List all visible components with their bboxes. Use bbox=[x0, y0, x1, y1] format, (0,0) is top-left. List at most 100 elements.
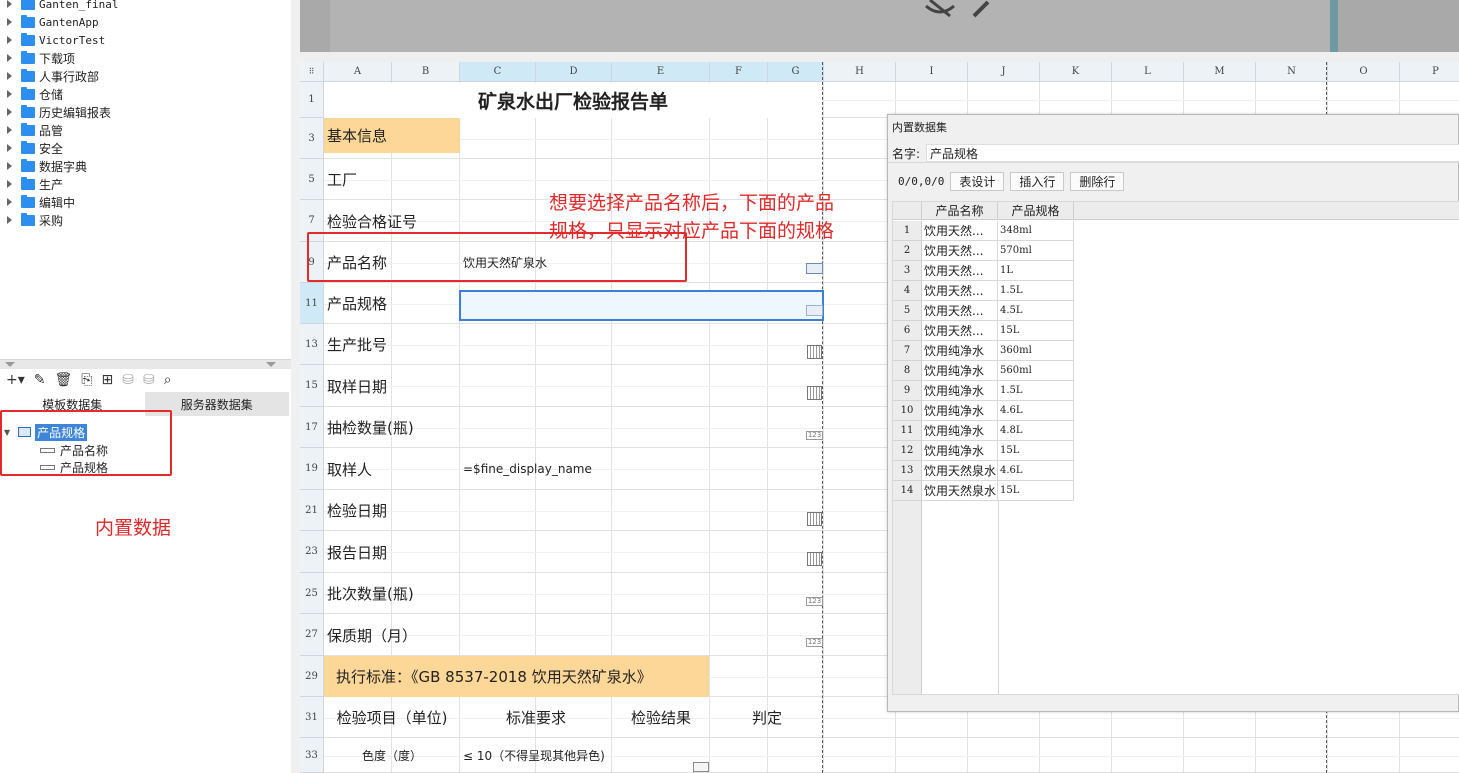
folder-item[interactable]: Ganten_final bbox=[6, 0, 118, 13]
grid-cell-product-spec[interactable]: 1L bbox=[998, 261, 1074, 281]
grid-cell-product-spec[interactable]: 560ml bbox=[998, 361, 1074, 381]
calendar-icon[interactable] bbox=[807, 512, 822, 526]
row-header[interactable]: 31 bbox=[300, 697, 324, 738]
folder-item[interactable]: 数据字典 bbox=[6, 157, 87, 175]
column-header[interactable]: E bbox=[612, 62, 710, 82]
grid-cell-product-name[interactable]: 饮用纯净水 bbox=[922, 401, 998, 421]
folder-item[interactable]: 下载项 bbox=[6, 49, 75, 67]
collapse-down-icon[interactable] bbox=[266, 362, 276, 367]
expand-arrow-icon[interactable] bbox=[6, 126, 14, 134]
grid-cell-product-spec[interactable]: 4.5L bbox=[998, 301, 1074, 321]
number-icon[interactable]: 123 bbox=[806, 597, 823, 606]
column-header[interactable]: I bbox=[896, 62, 968, 82]
panel-divider[interactable] bbox=[291, 0, 300, 773]
column-header[interactable]: H bbox=[824, 62, 896, 82]
row-header[interactable]: 3 bbox=[300, 118, 324, 159]
grid-cell-product-spec[interactable]: 348ml bbox=[998, 221, 1074, 241]
column-header[interactable]: M bbox=[1184, 62, 1256, 82]
search-icon[interactable]: ⌕ bbox=[164, 372, 172, 388]
panel-splitter[interactable] bbox=[0, 359, 291, 369]
grid-cell-product-spec[interactable]: 4.8L bbox=[998, 421, 1074, 441]
expand-arrow-icon[interactable] bbox=[6, 36, 14, 44]
selected-cell-product-spec[interactable] bbox=[459, 290, 824, 321]
folder-item[interactable]: 编辑中 bbox=[6, 193, 75, 211]
expand-arrow-icon[interactable] bbox=[6, 72, 14, 80]
folder-item[interactable]: 历史编辑报表 bbox=[6, 103, 111, 121]
folder-item[interactable]: 仓储 bbox=[6, 85, 63, 103]
column-header[interactable]: C bbox=[460, 62, 536, 82]
table-design-button[interactable]: 表设计 bbox=[950, 172, 1005, 191]
grid-cell-product-name[interactable]: 饮用天然... bbox=[922, 241, 998, 261]
column-header-product-name[interactable]: 产品名称 bbox=[922, 202, 998, 220]
database-connect-icon[interactable]: ⛁ bbox=[143, 372, 155, 388]
column-header[interactable]: A bbox=[324, 62, 392, 82]
number-icon[interactable]: 123 bbox=[806, 431, 823, 440]
delete-row-button[interactable]: 删除行 bbox=[1070, 172, 1125, 191]
add-dataset-icon[interactable]: +▾ bbox=[6, 372, 25, 388]
dropdown-icon[interactable] bbox=[806, 263, 823, 274]
folder-item[interactable]: 安全 bbox=[6, 139, 63, 157]
dataset-preview-icon[interactable]: ⊞ bbox=[101, 372, 113, 388]
calendar-icon[interactable] bbox=[807, 552, 822, 566]
grid-cell-product-spec[interactable]: 4.6L bbox=[998, 461, 1074, 481]
row-header[interactable]: 15 bbox=[300, 365, 324, 407]
folder-item[interactable]: VictorTest bbox=[6, 31, 105, 49]
folder-item[interactable]: 采购 bbox=[6, 211, 63, 229]
grid-cell-product-name[interactable]: 饮用纯净水 bbox=[922, 441, 998, 461]
insert-row-button[interactable]: 插入行 bbox=[1010, 172, 1065, 191]
column-header[interactable]: B bbox=[392, 62, 460, 82]
folder-item[interactable]: 人事行政部 bbox=[6, 67, 99, 85]
grid-cell-product-name[interactable]: 饮用天然... bbox=[922, 301, 998, 321]
calendar-icon[interactable] bbox=[807, 386, 822, 400]
data-grid[interactable]: 产品名称 产品规格 1 饮用天然... 348ml 2 饮用天然... 570ml 3 饮用天… bbox=[892, 201, 1459, 695]
grid-cell-product-name[interactable]: 饮用纯净水 bbox=[922, 421, 998, 441]
grid-cell-product-name[interactable]: 饮用天然... bbox=[922, 221, 998, 241]
delete-icon[interactable]: 🗑 bbox=[55, 372, 73, 388]
row-header[interactable]: 17 bbox=[300, 407, 324, 448]
grid-cell-product-spec[interactable]: 15L bbox=[998, 481, 1074, 501]
row-header[interactable]: 33 bbox=[300, 738, 324, 773]
grid-cell-product-name[interactable]: 饮用纯净水 bbox=[922, 381, 998, 401]
column-header[interactable]: O bbox=[1328, 62, 1400, 82]
expand-arrow-icon[interactable] bbox=[6, 54, 14, 62]
column-header[interactable]: L bbox=[1112, 62, 1184, 82]
row-header[interactable]: 1 bbox=[300, 82, 324, 118]
expand-arrow-icon[interactable] bbox=[6, 18, 14, 26]
expand-arrow-icon[interactable] bbox=[6, 108, 14, 116]
row-header[interactable]: 21 bbox=[300, 490, 324, 531]
column-header[interactable]: J bbox=[968, 62, 1040, 82]
grid-cell-product-spec[interactable]: 570ml bbox=[998, 241, 1074, 261]
row-header[interactable]: 5 bbox=[300, 159, 324, 200]
number-icon[interactable]: 123 bbox=[806, 638, 823, 647]
folder-item[interactable]: 生产 bbox=[6, 175, 63, 193]
grid-cell-product-spec[interactable]: 15L bbox=[998, 441, 1074, 461]
expand-arrow-icon[interactable] bbox=[6, 144, 14, 152]
column-header[interactable]: G bbox=[768, 62, 824, 82]
grid-cell-product-spec[interactable]: 4.6L bbox=[998, 401, 1074, 421]
column-header[interactable]: N bbox=[1256, 62, 1328, 82]
folder-item[interactable]: 品管 bbox=[6, 121, 63, 139]
grid-cell-product-name[interactable]: 饮用天然... bbox=[922, 321, 998, 341]
column-header[interactable]: K bbox=[1040, 62, 1112, 82]
grid-cell-product-name[interactable]: 饮用天然泉水 bbox=[922, 461, 998, 481]
row-header[interactable]: 23 bbox=[300, 531, 324, 573]
expand-arrow-icon[interactable] bbox=[6, 180, 14, 188]
column-header[interactable]: F bbox=[710, 62, 768, 82]
grid-cell-product-name[interactable]: 饮用天然泉水 bbox=[922, 481, 998, 501]
edit-icon[interactable]: ✎ bbox=[34, 372, 46, 388]
checkbox-icon[interactable] bbox=[693, 762, 709, 772]
expand-arrow-icon[interactable] bbox=[6, 198, 14, 206]
calendar-icon[interactable] bbox=[807, 345, 822, 359]
database-icon[interactable]: ⛁ bbox=[122, 372, 134, 388]
row-header[interactable]: 27 bbox=[300, 614, 324, 656]
dropdown-icon[interactable] bbox=[806, 305, 823, 316]
grid-cell-product-name[interactable]: 饮用纯净水 bbox=[922, 361, 998, 381]
expand-arrow-icon[interactable] bbox=[6, 216, 14, 224]
row-header[interactable]: 25 bbox=[300, 573, 324, 614]
expand-arrow-icon[interactable] bbox=[6, 90, 14, 98]
row-header[interactable]: 13 bbox=[300, 324, 324, 365]
grid-cell-product-name[interactable]: 饮用纯净水 bbox=[922, 341, 998, 361]
grid-cell-product-spec[interactable]: 1.5L bbox=[998, 281, 1074, 301]
name-input[interactable]: 产品规格 bbox=[926, 144, 1459, 162]
folder-item[interactable]: GantenApp bbox=[6, 13, 99, 31]
